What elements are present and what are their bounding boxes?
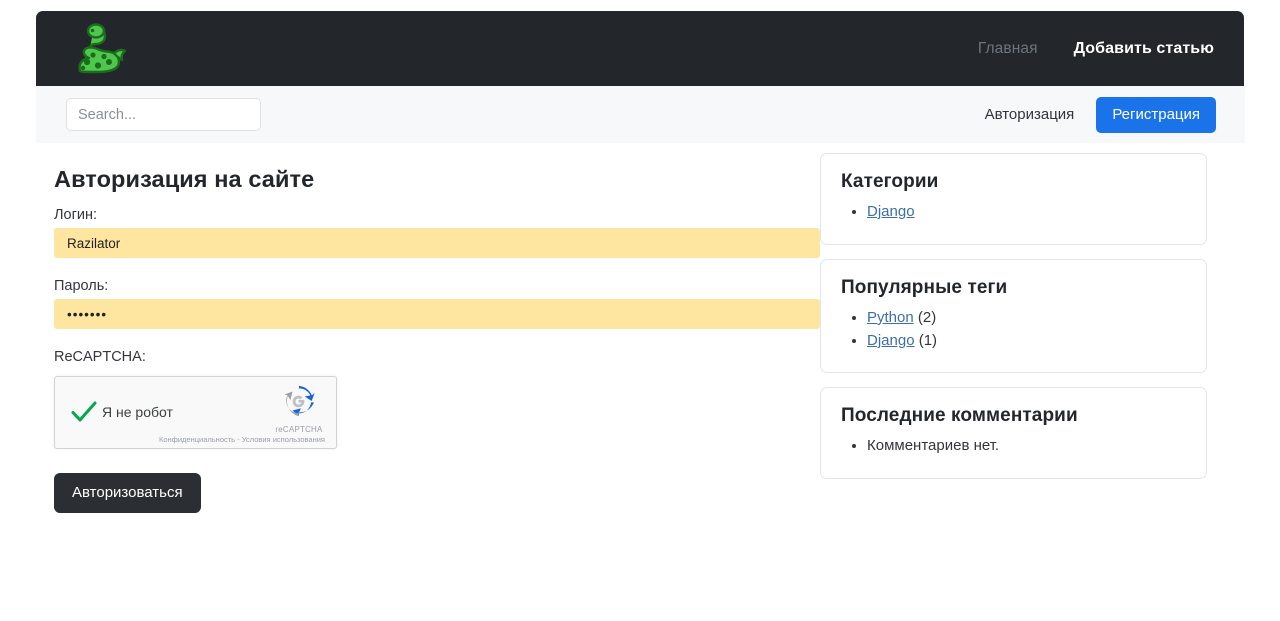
sidebar: Категории Django Популярные теги Python … <box>820 143 1212 493</box>
recaptcha-logo-name: reCAPTCHA <box>275 425 323 434</box>
recaptcha-logo: reCAPTCHA <box>275 383 323 434</box>
list-item: Django (1) <box>867 330 1186 353</box>
page-title: Авторизация на сайте <box>54 166 315 192</box>
recaptcha-footer-text[interactable]: Конфиденциальность - Условия использован… <box>159 435 325 444</box>
top-navbar: Главная Добавить статью <box>36 11 1244 86</box>
nav-link-home[interactable]: Главная <box>978 40 1038 58</box>
page-root: Главная Добавить статью Авторизация Реги… <box>0 0 1280 621</box>
categories-card: Категории Django <box>820 153 1207 245</box>
latest-comments-title: Последние комментарии <box>841 405 1078 427</box>
categories-title: Категории <box>841 171 939 192</box>
popular-tags-card: Популярные теги Python (2) Django (1) <box>820 258 1207 374</box>
recaptcha-widget[interactable]: Я не робот reCAPTCHA Конфиденциальность … <box>54 376 337 449</box>
tag-count-django: (1) <box>914 331 938 349</box>
popular-tags-title: Популярные теги <box>841 276 1008 298</box>
site-logo-link[interactable] <box>70 21 130 77</box>
login-field-block: Логин: <box>54 207 820 258</box>
recaptcha-label: ReCAPTCHA: <box>54 349 146 365</box>
categories-list: Django <box>841 201 1186 224</box>
password-input[interactable] <box>54 299 820 329</box>
content-area: Авторизация на сайте Логин: Пароль: ReCA… <box>0 143 1280 513</box>
nav-link-add-article[interactable]: Добавить статью <box>1074 40 1214 58</box>
recaptcha-checked-icon[interactable] <box>69 397 99 427</box>
registration-button[interactable]: Регистрация <box>1096 96 1216 133</box>
authorization-link[interactable]: Авторизация <box>985 106 1075 123</box>
navbar-links: Главная Добавить статью <box>978 40 1214 58</box>
password-label: Пароль: <box>54 278 109 294</box>
category-link-django[interactable]: Django <box>867 203 915 220</box>
password-field-block: Пароль: <box>54 278 820 329</box>
search-input[interactable] <box>66 98 261 131</box>
recaptcha-checkbox-text: Я не робот <box>102 404 173 420</box>
list-item: Python (2) <box>867 307 1186 330</box>
tag-count-python: (2) <box>913 308 937 326</box>
tag-link-django[interactable]: Django <box>867 332 915 349</box>
tag-link-python[interactable]: Python <box>867 309 914 326</box>
latest-comments-card: Последние комментарии Комментариев нет. <box>820 387 1207 480</box>
popular-tags-list: Python (2) Django (1) <box>841 307 1186 353</box>
secondary-bar: Авторизация Регистрация <box>36 86 1245 143</box>
green-snake-logo-icon <box>70 21 130 77</box>
list-item: Django <box>867 201 1186 224</box>
login-submit-button[interactable]: Авторизоваться <box>54 473 201 513</box>
list-item: Комментариев нет. <box>867 435 1186 458</box>
login-label: Логин: <box>54 207 98 223</box>
latest-comments-list: Комментариев нет. <box>841 435 1186 458</box>
login-input[interactable] <box>54 228 820 258</box>
secondary-bar-actions: Авторизация Регистрация <box>985 96 1216 133</box>
login-form-column: Авторизация на сайте Логин: Пароль: ReCA… <box>0 143 820 513</box>
